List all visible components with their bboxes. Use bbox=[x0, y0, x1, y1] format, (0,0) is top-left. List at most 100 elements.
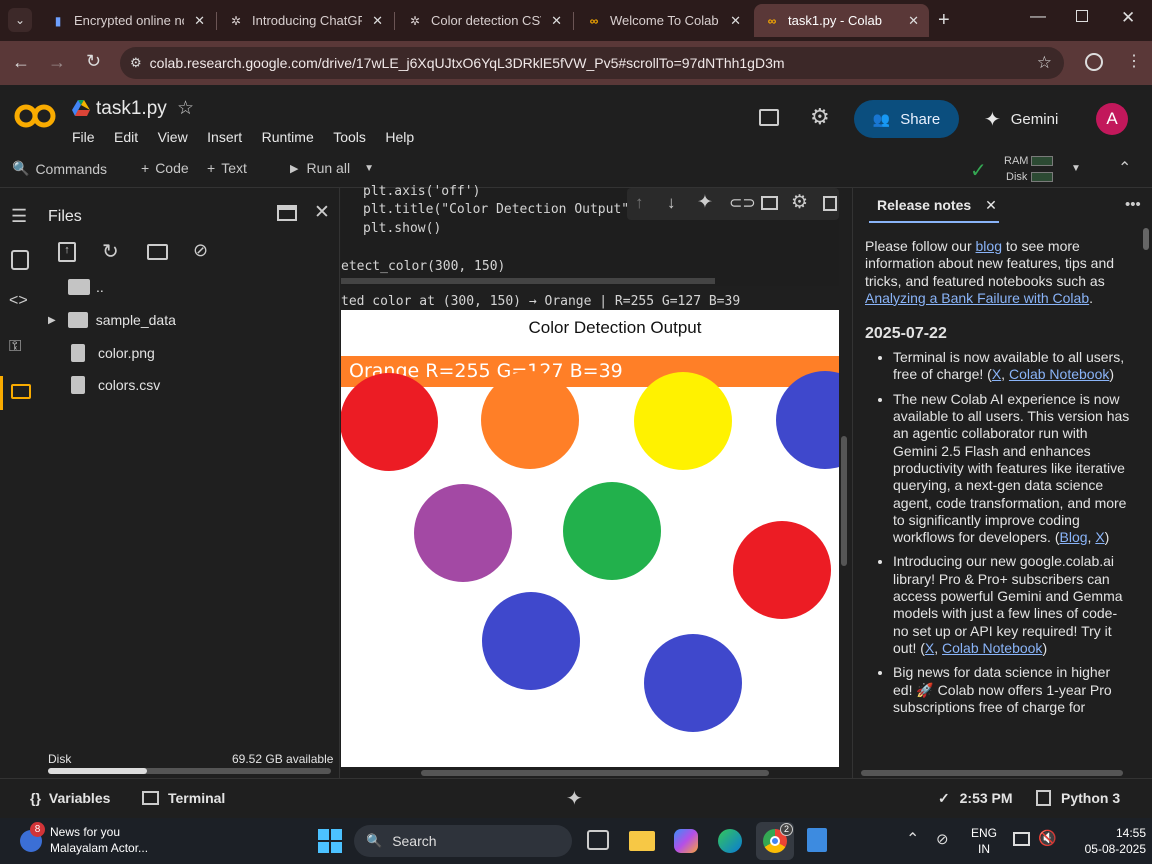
colab-notebook-link[interactable]: Colab Notebook bbox=[1009, 366, 1109, 382]
more-menu-icon[interactable]: ⋮ bbox=[1126, 51, 1142, 71]
release-notes-tab[interactable]: Release notes ✕ bbox=[877, 197, 997, 214]
close-panel-icon[interactable]: ✕ bbox=[314, 201, 330, 224]
avatar[interactable]: A bbox=[1096, 103, 1128, 135]
upload-icon[interactable]: ↑ bbox=[58, 242, 76, 262]
open-tab-icon[interactable] bbox=[823, 196, 837, 211]
sparkle-icon[interactable]: ✦ bbox=[697, 191, 713, 214]
panel-layout-icon[interactable] bbox=[277, 205, 297, 221]
close-icon[interactable]: ✕ bbox=[985, 197, 997, 213]
file-row-colors-csv[interactable]: colors.csv bbox=[68, 376, 160, 394]
menu-file[interactable]: File bbox=[72, 129, 95, 145]
reload-icon[interactable]: ↻ bbox=[86, 51, 101, 72]
terminal-button[interactable]: Terminal bbox=[142, 790, 225, 806]
chevron-down-icon[interactable]: ▼ bbox=[364, 163, 374, 174]
horizontal-scrollbar[interactable] bbox=[341, 278, 715, 284]
blog-link[interactable]: Blog bbox=[1060, 529, 1088, 545]
notes-vertical-scrollbar[interactable] bbox=[1143, 228, 1149, 250]
back-icon[interactable]: ← bbox=[12, 52, 30, 73]
menu-insert[interactable]: Insert bbox=[207, 129, 242, 145]
display-icon[interactable] bbox=[1013, 832, 1030, 846]
windows-start-icon[interactable] bbox=[318, 829, 342, 853]
close-window-button[interactable]: ✕ bbox=[1121, 8, 1135, 28]
colab-logo[interactable] bbox=[14, 101, 56, 131]
clock[interactable]: 14:55 05-08-2025 bbox=[1066, 825, 1146, 857]
add-text-button[interactable]: + Text bbox=[207, 160, 247, 176]
hide-files-icon[interactable]: ⊘ bbox=[193, 240, 208, 261]
code-snippets-icon[interactable]: <> bbox=[9, 292, 28, 310]
menu-tools[interactable]: Tools bbox=[333, 129, 366, 145]
speaker-muted-icon[interactable]: 🔇 bbox=[1038, 829, 1057, 847]
new-tab-button[interactable]: + bbox=[938, 9, 950, 32]
browser-tab[interactable]: ∞ Welcome To Colab - ✕ bbox=[576, 4, 751, 37]
settings-gear-icon[interactable]: ⚙ bbox=[791, 191, 808, 214]
refresh-icon[interactable]: ↻ bbox=[102, 239, 119, 264]
menu-help[interactable]: Help bbox=[385, 129, 414, 145]
close-tab-icon[interactable]: ✕ bbox=[908, 13, 919, 29]
browser-tab[interactable]: ✲ Color detection CSV ✕ bbox=[397, 4, 572, 37]
browser-tab-active[interactable]: ∞ task1.py - Colab ✕ bbox=[754, 4, 929, 37]
copilot-icon[interactable] bbox=[674, 829, 698, 853]
task-view-icon[interactable] bbox=[587, 830, 609, 850]
x-link[interactable]: X bbox=[925, 640, 934, 656]
site-info-icon[interactable]: ⚙ bbox=[130, 55, 142, 71]
bank-failure-link[interactable]: Analyzing a Bank Failure with Colab bbox=[865, 290, 1089, 306]
menu-runtime[interactable]: Runtime bbox=[262, 129, 314, 145]
variables-button[interactable]: {} Variables bbox=[30, 790, 110, 806]
tab-search-button[interactable]: ⌄ bbox=[8, 8, 32, 32]
move-up-icon[interactable]: ↑ bbox=[635, 193, 644, 213]
notebook-vertical-scrollbar[interactable] bbox=[841, 436, 847, 566]
move-down-icon[interactable]: ↓ bbox=[667, 193, 676, 213]
figure-scrollbar[interactable] bbox=[421, 770, 769, 776]
network-off-icon[interactable]: ⊘ bbox=[936, 830, 949, 848]
x-link[interactable]: X bbox=[1095, 529, 1104, 545]
maximize-button[interactable] bbox=[1076, 10, 1088, 22]
toc-icon[interactable]: ☰ bbox=[11, 206, 27, 227]
commands-button[interactable]: 🔍 Commands bbox=[12, 160, 107, 177]
close-tab-icon[interactable]: ✕ bbox=[730, 13, 741, 29]
gemini-sparkle-icon[interactable]: ✦ bbox=[566, 786, 583, 811]
edge-icon[interactable] bbox=[718, 829, 742, 853]
notepad-icon[interactable] bbox=[807, 828, 827, 852]
file-row-sample-data[interactable]: ▶ sample_data bbox=[48, 312, 176, 328]
x-link[interactable]: X bbox=[992, 366, 1001, 382]
blog-link[interactable]: blog bbox=[976, 238, 1002, 254]
runtime-button[interactable]: Python 3 bbox=[1036, 790, 1120, 806]
comment-icon[interactable] bbox=[759, 109, 779, 126]
find-icon[interactable] bbox=[11, 250, 29, 270]
minimize-button[interactable]: — bbox=[1030, 8, 1046, 26]
bookmark-star-icon[interactable]: ☆ bbox=[1037, 53, 1052, 73]
chrome-icon[interactable]: 2 bbox=[756, 822, 794, 860]
browser-tab[interactable]: ✲ Introducing ChatGPT ✕ bbox=[218, 4, 393, 37]
forward-icon[interactable]: → bbox=[48, 52, 66, 73]
profile-icon[interactable] bbox=[1085, 53, 1103, 71]
close-tab-icon[interactable]: ✕ bbox=[372, 13, 383, 29]
more-options-icon[interactable]: ••• bbox=[1125, 196, 1141, 213]
add-code-button[interactable]: + Code bbox=[141, 160, 189, 176]
collapse-chevron-icon[interactable]: ⌃ bbox=[1118, 158, 1131, 178]
browser-tab[interactable]: ▮ Encrypted online no ✕ bbox=[40, 4, 215, 37]
address-bar[interactable]: ⚙ colab.research.google.com/drive/17wLE_… bbox=[120, 47, 1064, 79]
link-icon[interactable]: ⊂⊃ bbox=[729, 193, 756, 213]
language-indicator[interactable]: ENG IN bbox=[971, 825, 997, 857]
run-all-button[interactable]: ▶ Run all ▼ bbox=[290, 160, 374, 176]
expand-chevron-icon[interactable]: ▶ bbox=[48, 315, 56, 326]
file-explorer-icon[interactable] bbox=[629, 831, 655, 851]
taskbar-search[interactable]: 🔍 Search bbox=[354, 825, 572, 857]
file-row-color-png[interactable]: color.png bbox=[68, 344, 155, 362]
colab-notebook-link[interactable]: Colab Notebook bbox=[942, 640, 1042, 656]
file-row-parent[interactable]: .. bbox=[68, 279, 104, 295]
comment-icon[interactable] bbox=[761, 196, 778, 210]
mount-drive-icon[interactable] bbox=[147, 244, 168, 260]
notes-horizontal-scrollbar[interactable] bbox=[861, 770, 1123, 776]
folder-icon[interactable] bbox=[11, 384, 31, 399]
close-tab-icon[interactable]: ✕ bbox=[551, 13, 562, 29]
close-tab-icon[interactable]: ✕ bbox=[194, 13, 205, 29]
gemini-button[interactable]: ✦ Gemini bbox=[984, 107, 1058, 132]
menu-view[interactable]: View bbox=[158, 129, 188, 145]
star-icon[interactable]: ☆ bbox=[177, 97, 194, 120]
news-widget[interactable]: 8 News for you Malayalam Actor... bbox=[18, 822, 178, 858]
key-icon[interactable]: ⚿ bbox=[9, 338, 21, 356]
settings-gear-icon[interactable]: ⚙ bbox=[810, 104, 830, 130]
share-button[interactable]: 👥 Share bbox=[854, 100, 959, 138]
tray-chevron-icon[interactable]: ⌃ bbox=[906, 829, 919, 849]
